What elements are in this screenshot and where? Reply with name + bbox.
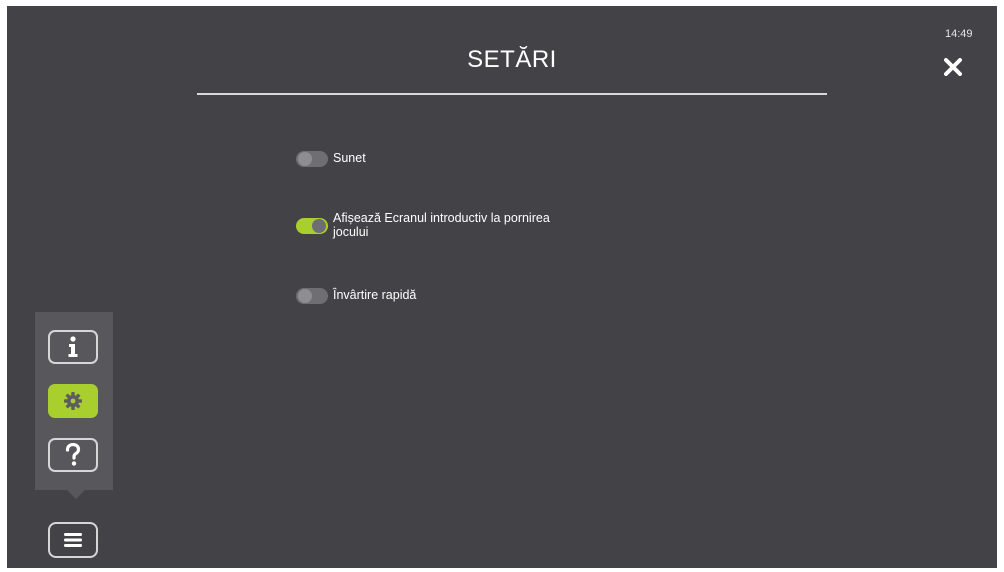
question-icon <box>65 443 81 466</box>
toggle-knob <box>312 219 326 233</box>
setting-sound: Sunet <box>296 151 573 167</box>
hamburger-icon <box>64 533 82 547</box>
info-button[interactable] <box>48 330 98 364</box>
title-divider <box>197 93 827 95</box>
info-icon <box>68 336 78 357</box>
menu-button[interactable] <box>48 522 98 558</box>
sound-toggle[interactable] <box>296 151 328 167</box>
close-button[interactable] <box>940 54 966 80</box>
game-screen: 14:49 SETĂRI Sunet Afișează Ecranul intr… <box>7 6 997 568</box>
settings-button[interactable] <box>48 384 98 418</box>
setting-label-sound: Sunet <box>333 151 366 165</box>
setting-label-intro-screen: Afișează Ecranul introductiv la pornirea… <box>333 211 550 239</box>
toggle-knob <box>298 289 312 303</box>
gear-icon <box>64 392 82 410</box>
fast-spin-toggle[interactable] <box>296 288 328 304</box>
clock: 14:49 <box>945 28 973 40</box>
setting-intro-screen: Afișează Ecranul introductiv la pornirea… <box>296 211 573 239</box>
side-panel-pointer <box>67 490 85 499</box>
close-icon <box>944 58 962 76</box>
setting-fast-spin: Învârtire rapidă <box>296 288 573 304</box>
setting-label-fast-spin: Învârtire rapidă <box>333 288 417 302</box>
side-menu-panel <box>35 312 113 490</box>
toggle-knob <box>298 152 312 166</box>
page-title: SETĂRI <box>467 46 557 73</box>
intro-screen-toggle[interactable] <box>296 218 328 234</box>
help-button[interactable] <box>48 438 98 472</box>
